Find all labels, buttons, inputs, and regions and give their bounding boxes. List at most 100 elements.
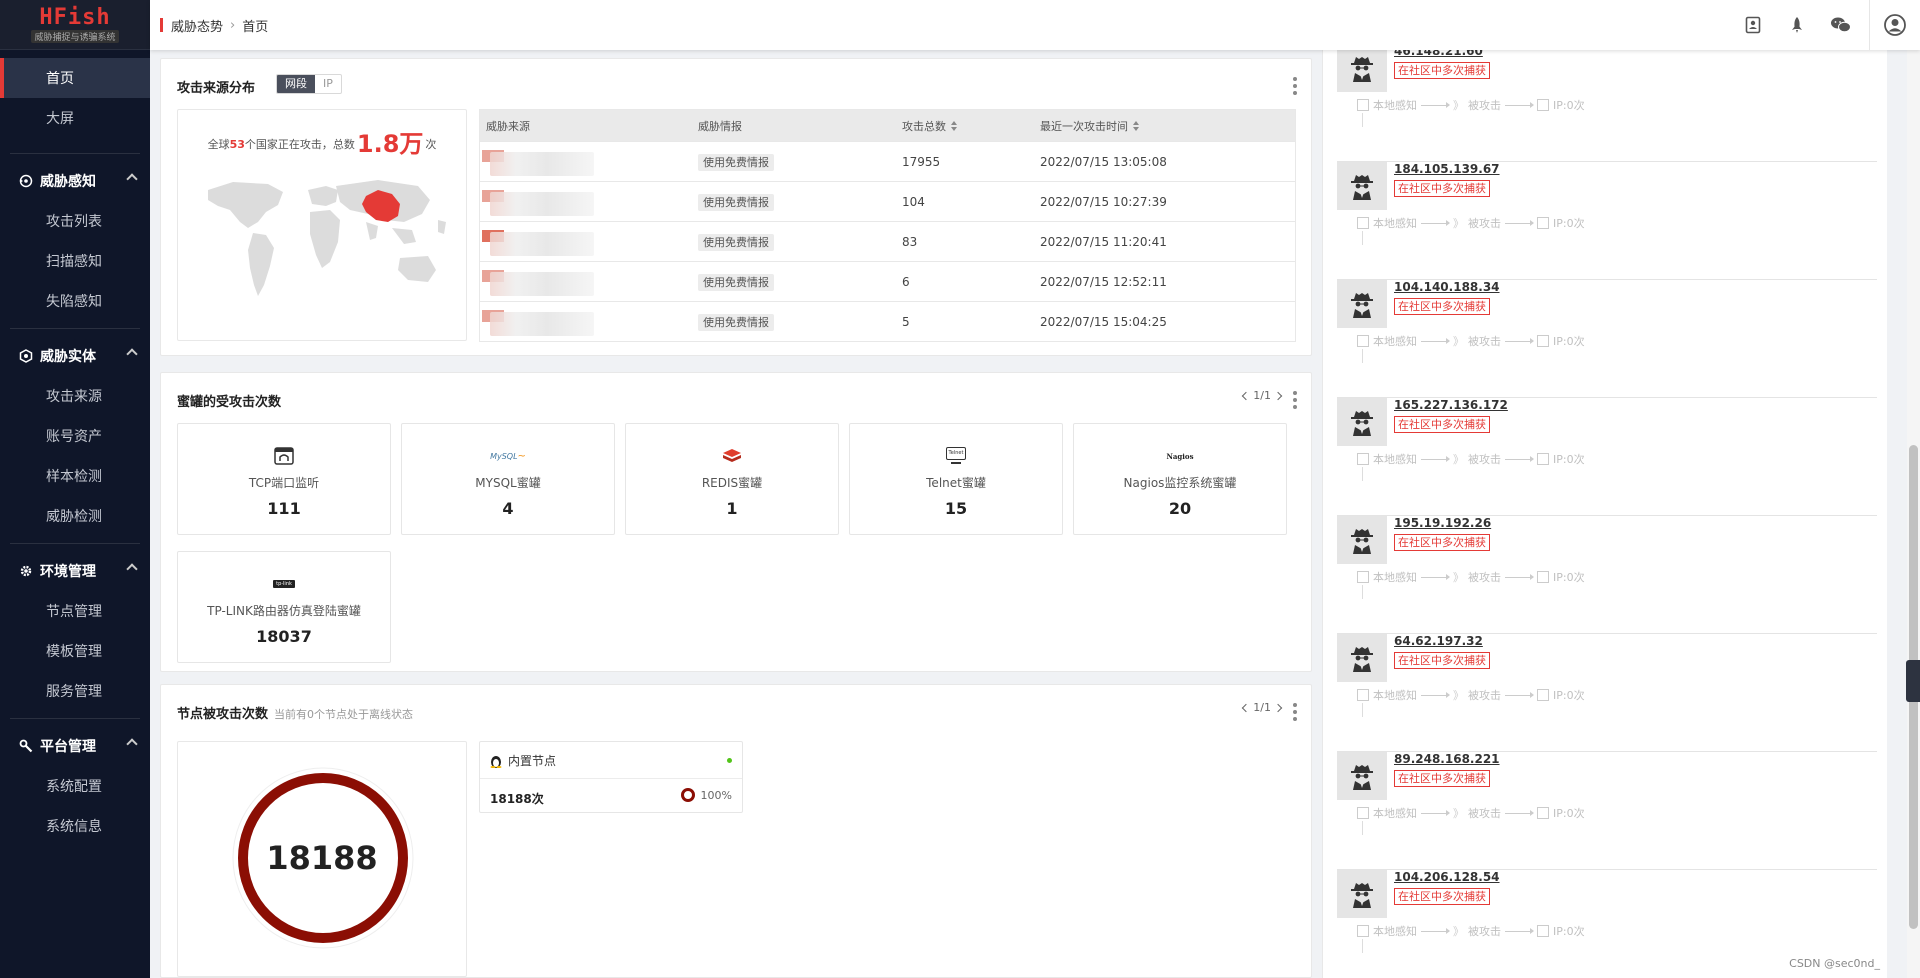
- prev-page-icon[interactable]: [1242, 703, 1251, 712]
- feed-item[interactable]: 89.248.168.221 在社区中多次捕获 本地感知 》被攻击 IP:0次: [1337, 752, 1877, 870]
- card-title: 节点被攻击次数 当前有0个节点处于离线状态: [177, 703, 413, 722]
- attacker-avatar: [1337, 516, 1387, 564]
- attacker-ip[interactable]: 104.140.188.34: [1394, 280, 1500, 294]
- nav-group-platform-management[interactable]: 平台管理: [0, 726, 150, 766]
- attacker-ip[interactable]: 184.105.139.67: [1394, 162, 1500, 176]
- wechat-icon[interactable]: [1819, 0, 1863, 50]
- more-menu-icon[interactable]: [1293, 391, 1297, 409]
- nav-group-env-management[interactable]: 环境管理: [0, 551, 150, 591]
- nav-item-sample-detection[interactable]: 样本检测: [0, 456, 150, 496]
- table-row[interactable]: 使用免费情报 5 2022/07/15 15:04:25: [480, 301, 1295, 341]
- toggle-ip[interactable]: IP: [315, 75, 341, 93]
- radar-icon: [18, 173, 34, 189]
- attack-count: 17955: [902, 154, 941, 169]
- telnet-logo-text: Telnet: [946, 447, 966, 460]
- attacker-ip[interactable]: 89.248.168.221: [1394, 752, 1500, 766]
- breadcrumb-marker: [160, 18, 163, 32]
- source-cell: [480, 222, 692, 261]
- intel-tag[interactable]: 使用免费情报: [698, 153, 774, 171]
- nav-item-scan-perception[interactable]: 扫描感知: [0, 241, 150, 281]
- col-header: 威胁来源: [486, 119, 530, 133]
- sort-icon[interactable]: [950, 120, 958, 131]
- honeypot-attacks-card: 蜜罐的受攻击次数 1/1 TCP端口监听 111 MySQL ~ MYSQL蜜罐 …: [160, 372, 1312, 672]
- honeypot-mysql[interactable]: MySQL ~ MYSQL蜜罐 4: [401, 423, 615, 535]
- nav-item-compromise-perception[interactable]: 失陷感知: [0, 281, 150, 321]
- node-card[interactable]: 内置节点 18188次 100%: [479, 741, 743, 813]
- nav-item-home[interactable]: 首页: [0, 58, 150, 98]
- attacker-avatar: [1337, 44, 1387, 92]
- attacker-ip[interactable]: 165.227.136.172: [1394, 398, 1508, 412]
- attacker-ip[interactable]: 104.206.128.54: [1394, 870, 1500, 884]
- attack-chain: 本地感知 》被攻击 IP:0次: [1357, 333, 1585, 349]
- more-menu-icon[interactable]: [1293, 703, 1297, 721]
- table-row[interactable]: 使用免费情报 83 2022/07/15 11:20:41: [480, 221, 1295, 261]
- nav-item-node-management[interactable]: 节点管理: [0, 591, 150, 631]
- nav-item-service-management[interactable]: 服务管理: [0, 671, 150, 711]
- honeypot-tcp[interactable]: TCP端口监听 111: [177, 423, 391, 535]
- honeypot-redis[interactable]: REDIS蜜罐 1: [625, 423, 839, 535]
- feed-item[interactable]: 165.227.136.172 在社区中多次捕获本地感知 》被攻击 IP:0次: [1337, 398, 1877, 516]
- table-row[interactable]: 使用免费情报 17955 2022/07/15 13:05:08: [480, 141, 1295, 181]
- local-perception-icon: [1357, 807, 1369, 819]
- feed-item[interactable]: 46.148.21.60 在社区中多次捕获 本地感知》被攻击 IP:0次: [1337, 44, 1877, 162]
- last-attack-time: 2022/07/15 15:04:25: [1040, 314, 1167, 329]
- user-avatar-icon[interactable]: [1870, 0, 1920, 50]
- more-menu-icon[interactable]: [1293, 77, 1297, 95]
- prev-page-icon[interactable]: [1242, 391, 1251, 400]
- hacker-spy-icon: [1351, 411, 1373, 436]
- intel-tag[interactable]: 使用免费情报: [698, 313, 774, 331]
- feed-item[interactable]: 184.105.139.67 在社区中多次捕获 本地感知 》被攻击 IP:0次: [1337, 162, 1877, 280]
- feed-item[interactable]: 104.140.188.34 在社区中多次捕获 本地感知 》被攻击 IP:0次: [1337, 280, 1877, 398]
- chain-arrow-icon: [1505, 101, 1534, 108]
- attack-chain: 本地感知 》被攻击 IP:0次: [1357, 451, 1585, 467]
- scroll-widget-handle[interactable]: [1906, 660, 1920, 702]
- card-title: 蜜罐的受攻击次数: [177, 395, 282, 410]
- col-header-sortable[interactable]: 最近一次攻击时间: [1034, 118, 1295, 134]
- nav-item-account-assets[interactable]: 账号资产: [0, 416, 150, 456]
- nav-item-bigscreen[interactable]: 大屏: [0, 98, 150, 138]
- last-attack-time: 2022/07/15 12:52:11: [1040, 274, 1167, 289]
- breadcrumb-item[interactable]: 威胁态势: [171, 16, 223, 35]
- feed-item[interactable]: 64.62.197.32 在社区中多次捕获 本地感知 》被攻击 IP:0次: [1337, 634, 1877, 752]
- next-page-icon[interactable]: [1273, 391, 1283, 400]
- nav-group-threat-entity[interactable]: 威胁实体: [0, 336, 150, 376]
- nav-item-system-config[interactable]: 系统配置: [0, 766, 150, 806]
- toggle-segment[interactable]: 网段: [277, 75, 315, 93]
- nav-item-threat-detection[interactable]: 威胁检测: [0, 496, 150, 536]
- honeypot-telnet[interactable]: Telnet Telnet蜜罐 15: [849, 423, 1063, 535]
- nav-item-system-info[interactable]: 系统信息: [0, 806, 150, 846]
- nav-item-template-management[interactable]: 模板管理: [0, 631, 150, 671]
- intel-tag[interactable]: 使用免费情报: [698, 273, 774, 291]
- nav-group-label: 威胁感知: [40, 174, 96, 190]
- rocket-icon[interactable]: [1775, 0, 1819, 50]
- attack-count: 83: [902, 234, 918, 249]
- attacked-icon: 》: [1453, 571, 1464, 584]
- table-row[interactable]: 使用免费情报 104 2022/07/15 10:27:39: [480, 181, 1295, 221]
- manual-icon[interactable]: [1731, 0, 1775, 50]
- nav-group-threat-perception[interactable]: 威胁感知: [0, 161, 150, 201]
- chain-step: 被攻击: [1468, 335, 1501, 348]
- chain-step: 本地感知: [1373, 217, 1417, 230]
- logo[interactable]: HFish 威胁捕捉与诱骗系统: [0, 0, 150, 50]
- intel-tag[interactable]: 使用免费情报: [698, 193, 774, 211]
- sort-icon[interactable]: [1132, 120, 1140, 131]
- honeypot-tplink[interactable]: tp-link TP-LINK路由器仿真登陆蜜罐 18037: [177, 551, 391, 663]
- nav-item-attack-list[interactable]: 攻击列表: [0, 201, 150, 241]
- node-attacks-card: 节点被攻击次数 当前有0个节点处于离线状态 1/1 18188 内置节点 1818…: [160, 684, 1312, 978]
- ring-total: 18188: [266, 839, 378, 877]
- table-row[interactable]: 使用免费情报 6 2022/07/15 12:52:11: [480, 261, 1295, 301]
- feed-item[interactable]: 195.19.192.26 在社区中多次捕获 本地感知 》被攻击 IP:0次: [1337, 516, 1877, 634]
- intel-tag[interactable]: 使用免费情报: [698, 233, 774, 251]
- chain-step: IP:0次: [1553, 453, 1585, 466]
- attacker-ip[interactable]: 195.19.192.26: [1394, 516, 1491, 530]
- next-page-icon[interactable]: [1273, 703, 1283, 712]
- chain-step: IP:0次: [1553, 689, 1585, 702]
- local-perception-icon: [1357, 689, 1369, 701]
- honeypot-nagios[interactable]: Nagios Nagios监控系统蜜罐 20: [1073, 423, 1287, 535]
- community-capture-badge: 在社区中多次捕获: [1394, 416, 1490, 433]
- chain-arrow-icon: [1421, 691, 1450, 698]
- nav-item-attack-source[interactable]: 攻击来源: [0, 376, 150, 416]
- col-header-sortable[interactable]: 攻击总数: [896, 118, 1034, 134]
- attacker-ip[interactable]: 64.62.197.32: [1394, 634, 1483, 648]
- attack-chain: 本地感知 》被攻击 IP:0次: [1357, 569, 1585, 585]
